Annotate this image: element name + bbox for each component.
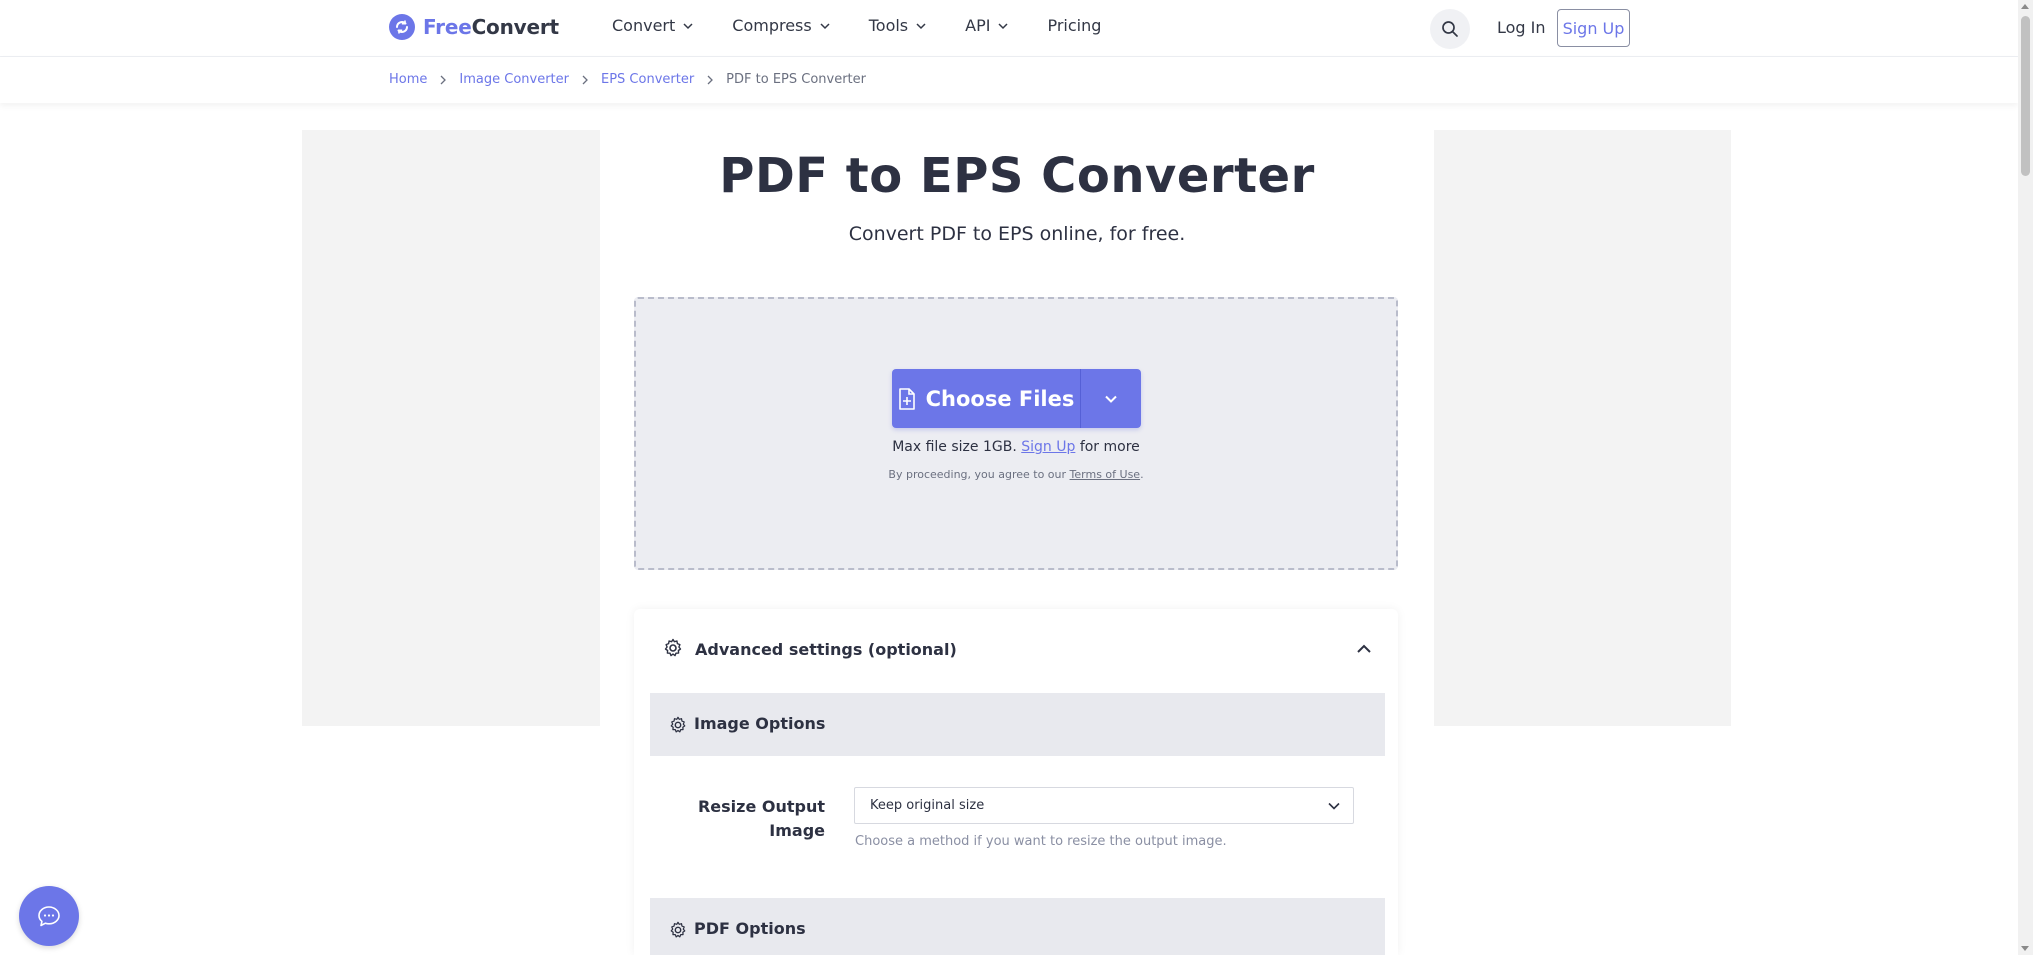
search-button[interactable] bbox=[1430, 9, 1470, 49]
breadcrumb-eps-converter[interactable]: EPS Converter bbox=[601, 72, 694, 87]
nav-compress-label: Compress bbox=[732, 16, 812, 35]
chevron-down-icon bbox=[1105, 395, 1117, 403]
resize-output-help: Choose a method if you want to resize th… bbox=[855, 834, 1227, 849]
chevron-down-icon bbox=[1328, 802, 1340, 810]
chevron-right-icon bbox=[439, 75, 447, 85]
nav-api-menu[interactable]: API bbox=[965, 16, 1009, 35]
breadcrumb-bar: Home Image Converter EPS Converter PDF t… bbox=[0, 57, 2018, 103]
nav-convert-menu[interactable]: Convert bbox=[612, 16, 694, 35]
chevron-down-icon bbox=[916, 22, 926, 29]
advanced-settings-panel: Advanced settings (optional) Image Optio… bbox=[634, 609, 1398, 955]
ad-panel-left bbox=[302, 130, 600, 726]
chevron-down-icon bbox=[820, 22, 830, 29]
chat-support-button[interactable] bbox=[19, 886, 79, 946]
signup-link[interactable]: Sign Up bbox=[1021, 439, 1075, 455]
resize-output-label: Resize Output Image bbox=[697, 797, 825, 840]
chat-bubble-icon bbox=[38, 906, 60, 927]
nav-convert-label: Convert bbox=[612, 16, 676, 35]
max-file-size-note: Max file size 1GB. Sign Up for more bbox=[634, 439, 1398, 455]
image-options-header: Image Options bbox=[650, 693, 1385, 756]
scroll-down-arrow-icon[interactable] bbox=[2021, 946, 2029, 951]
nav-pricing-label: Pricing bbox=[1047, 16, 1102, 35]
logo[interactable]: FreeConvert bbox=[389, 14, 559, 40]
scrollbar-thumb[interactable] bbox=[2021, 16, 2030, 176]
main-menu: Convert Compress Tools API Pricing bbox=[612, 16, 1139, 35]
page-scrollbar[interactable] bbox=[2018, 0, 2033, 955]
nav-compress-menu[interactable]: Compress bbox=[732, 16, 830, 35]
advanced-settings-toggle[interactable]: Advanced settings (optional) bbox=[634, 609, 1398, 689]
terms-of-use-link[interactable]: Terms of Use bbox=[1070, 468, 1141, 481]
signup-button[interactable]: Sign Up bbox=[1557, 9, 1630, 47]
chevron-right-icon bbox=[706, 75, 714, 85]
page-subtitle: Convert PDF to EPS online, for free. bbox=[848, 223, 1186, 245]
choose-files-button-group: Choose Files bbox=[892, 369, 1141, 428]
gear-icon bbox=[670, 921, 686, 938]
upload-source-dropdown[interactable] bbox=[1081, 369, 1141, 428]
logo-text: FreeConvert bbox=[423, 15, 559, 39]
gear-icon bbox=[664, 638, 682, 657]
breadcrumb-current: PDF to EPS Converter bbox=[726, 72, 866, 87]
breadcrumb-image-converter[interactable]: Image Converter bbox=[459, 72, 569, 87]
breadcrumb-home[interactable]: Home bbox=[389, 72, 427, 87]
page-title: PDF to EPS Converter bbox=[719, 148, 1315, 204]
choose-files-label: Choose Files bbox=[925, 386, 1075, 411]
nav-tools-label: Tools bbox=[868, 16, 909, 35]
max-size-suffix: for more bbox=[1079, 439, 1140, 455]
resize-output-value: Keep original size bbox=[870, 798, 985, 813]
chevron-right-icon bbox=[581, 75, 589, 85]
chevron-down-icon bbox=[998, 22, 1008, 29]
choose-files-button[interactable]: Choose Files bbox=[892, 369, 1081, 428]
search-icon bbox=[1442, 21, 1458, 37]
resize-output-select[interactable]: Keep original size bbox=[854, 787, 1354, 824]
nav-tools-menu[interactable]: Tools bbox=[869, 16, 927, 35]
pdf-options-title: PDF Options bbox=[694, 919, 806, 938]
terms-note: By proceeding, you agree to our Terms of… bbox=[634, 468, 1398, 481]
max-size-text: Max file size 1GB. bbox=[892, 439, 1017, 455]
file-add-icon bbox=[898, 387, 915, 410]
file-drop-zone[interactable] bbox=[634, 297, 1398, 570]
nav-api-label: API bbox=[965, 16, 991, 35]
image-options-title: Image Options bbox=[694, 714, 826, 733]
gear-icon bbox=[670, 716, 686, 733]
breadcrumb: Home Image Converter EPS Converter PDF t… bbox=[389, 72, 866, 87]
advanced-settings-title: Advanced settings (optional) bbox=[695, 640, 957, 659]
login-link[interactable]: Log In bbox=[1497, 18, 1546, 37]
terms-suffix: . bbox=[1140, 468, 1144, 481]
terms-prefix: By proceeding, you agree to our bbox=[888, 468, 1067, 481]
freeconvert-logo-icon bbox=[389, 14, 415, 40]
chevron-down-icon bbox=[683, 22, 693, 29]
ad-panel-right bbox=[1434, 130, 1731, 726]
top-navigation: FreeConvert Convert Compress Tools API P… bbox=[0, 0, 2018, 57]
scroll-up-arrow-icon[interactable] bbox=[2021, 4, 2029, 9]
chevron-up-icon bbox=[1357, 644, 1371, 653]
nav-pricing-link[interactable]: Pricing bbox=[1047, 16, 1101, 35]
pdf-options-header: PDF Options bbox=[650, 898, 1385, 955]
